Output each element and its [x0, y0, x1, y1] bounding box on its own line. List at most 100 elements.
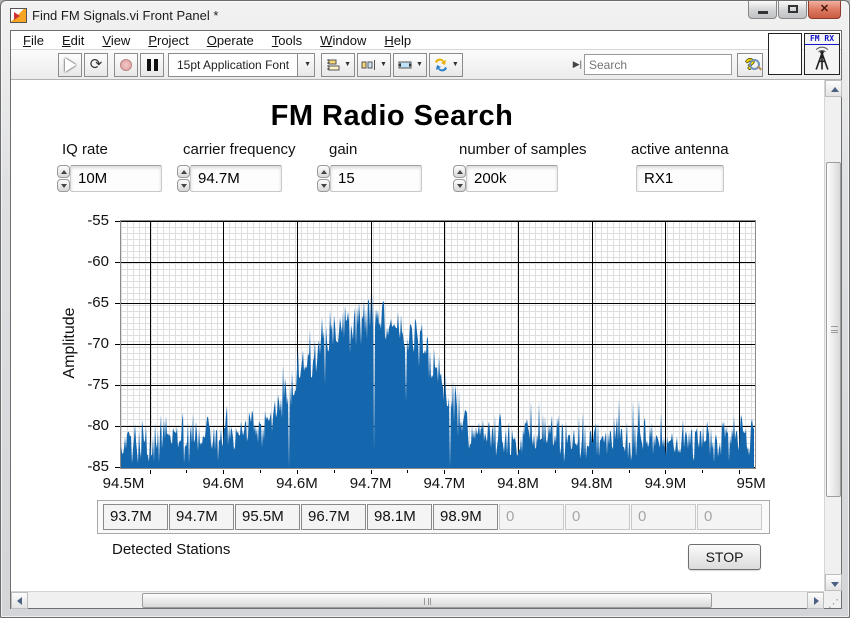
x-tick-mark [739, 470, 740, 474]
x-minor-tick-mark [186, 470, 187, 473]
menu-item-tools[interactable]: Tools [263, 32, 311, 49]
y-tick-mark [115, 303, 120, 304]
labview-window: Find FM Signals.vi Front Panel * ✕ FileE… [0, 0, 850, 618]
abort-button[interactable] [114, 53, 138, 77]
horizontal-scroll-thumb[interactable] [142, 593, 712, 608]
vertical-scroll-thumb[interactable] [826, 162, 841, 497]
IQ-rate-spinner[interactable] [57, 165, 70, 192]
decrement-icon[interactable] [57, 179, 70, 192]
run-icon [65, 58, 76, 72]
resize-objects-button[interactable]: ▼ [393, 53, 427, 77]
front-panel: FM Radio Search IQ rate10Mcarrier freque… [11, 80, 824, 591]
active-antenna-label: active antenna [631, 141, 729, 158]
search-box[interactable] [584, 54, 732, 75]
align-objects-button[interactable]: ▼ [321, 53, 355, 77]
menu-item-operate[interactable]: Operate [198, 32, 263, 49]
arrow-up-icon [831, 87, 839, 92]
resize-grip[interactable] [824, 591, 841, 608]
vi-icon[interactable]: FM RX [804, 33, 840, 75]
front-panel-workarea: FM Radio Search IQ rate10Mcarrier freque… [11, 80, 841, 608]
y-tick-label: -85 [49, 458, 109, 475]
x-tick-label: 94.8M [486, 475, 550, 492]
decrement-icon[interactable] [317, 179, 330, 192]
x-tick-label: 95M [719, 475, 783, 492]
pause-button[interactable] [140, 53, 164, 77]
x-tick-mark [297, 470, 298, 474]
antenna-icon [808, 45, 836, 73]
y-tick-mark [115, 344, 120, 345]
x-tick-mark [665, 470, 666, 474]
icon-pane[interactable]: FM RX [768, 33, 840, 75]
carrier-frequency-spinner[interactable] [177, 165, 190, 192]
IQ-rate-field[interactable]: 10M [70, 165, 162, 192]
distribute-objects-icon [361, 58, 377, 72]
minimize-icon [758, 11, 768, 14]
distribute-objects-button[interactable]: ▼ [357, 53, 391, 77]
menu-item-edit[interactable]: Edit [53, 32, 93, 49]
horizontal-scrollbar[interactable] [11, 591, 824, 608]
x-minor-tick-mark [407, 470, 408, 473]
x-minor-tick-mark [629, 470, 630, 473]
page-title: FM Radio Search [11, 100, 773, 133]
station-cell-0: 93.7M [103, 504, 168, 530]
gain-field[interactable]: 15 [330, 165, 422, 192]
y-tick-mark [115, 221, 120, 222]
toolbar: ⟳ 15pt Application Font ▼ ▼ ▼ [11, 50, 841, 80]
gain-spinner[interactable] [317, 165, 330, 192]
decrement-icon[interactable] [177, 179, 190, 192]
close-icon: ✕ [809, 2, 840, 15]
scroll-up-button[interactable] [825, 80, 842, 97]
increment-icon[interactable] [177, 165, 190, 178]
arrow-right-icon [814, 597, 819, 605]
carrier-frequency-field[interactable]: 94.7M [190, 165, 282, 192]
station-cell-1: 94.7M [169, 504, 234, 530]
station-cell-3: 96.7M [301, 504, 366, 530]
scroll-grip-icon [424, 598, 431, 605]
toolbar-expander-icon[interactable]: ▶| [573, 59, 582, 70]
font-selector[interactable]: 15pt Application Font ▼ [168, 53, 315, 77]
station-cell-2: 95.5M [235, 504, 300, 530]
maximize-button[interactable] [778, 1, 807, 19]
menu-item-help[interactable]: Help [375, 32, 420, 49]
search-input[interactable] [585, 58, 748, 72]
detected-stations-label: Detected Stations [112, 541, 230, 558]
station-cell-8: 0 [631, 504, 696, 530]
connector-pane[interactable] [768, 33, 802, 75]
station-cell-6: 0 [499, 504, 564, 530]
x-minor-tick-mark [555, 470, 556, 473]
x-minor-tick-mark [481, 470, 482, 473]
close-button[interactable]: ✕ [808, 1, 841, 19]
stop-button[interactable]: STOP [688, 544, 761, 570]
menu-item-project[interactable]: Project [139, 32, 197, 49]
x-tick-label: 94.9M [633, 475, 697, 492]
active-antenna-field[interactable]: RX1 [636, 165, 724, 192]
reorder-objects-icon [433, 58, 449, 72]
menu-item-file[interactable]: File [14, 32, 53, 49]
decrement-icon[interactable] [453, 179, 466, 192]
chevron-down-icon[interactable]: ▼ [298, 53, 315, 77]
menu-item-window[interactable]: Window [311, 32, 375, 49]
increment-icon[interactable] [453, 165, 466, 178]
spectrum-trace [121, 293, 754, 468]
run-button[interactable] [58, 53, 82, 77]
scroll-left-button[interactable] [11, 592, 28, 609]
maximize-icon [788, 5, 798, 13]
scroll-down-button[interactable] [825, 574, 842, 591]
y-tick-label: -80 [49, 417, 109, 434]
font-selector-value[interactable]: 15pt Application Font [168, 53, 298, 77]
minimize-button[interactable] [748, 1, 777, 19]
increment-icon[interactable] [317, 165, 330, 178]
carrier-frequency-label: carrier frequency [183, 141, 296, 158]
title-bar[interactable]: Find FM Signals.vi Front Panel * ✕ [1, 1, 849, 30]
client-area: FileEditViewProjectOperateToolsWindowHel… [10, 30, 842, 609]
increment-icon[interactable] [57, 165, 70, 178]
vertical-scrollbar[interactable] [824, 80, 841, 591]
reorder-objects-button[interactable]: ▼ [429, 53, 463, 77]
menu-item-view[interactable]: View [93, 32, 139, 49]
scroll-right-button[interactable] [807, 592, 824, 609]
x-tick-label: 94.7M [339, 475, 403, 492]
x-tick-label: 94.5M [92, 475, 156, 492]
number-of-samples-spinner[interactable] [453, 165, 466, 192]
number-of-samples-field[interactable]: 200k [466, 165, 558, 192]
run-continuously-button[interactable]: ⟳ [84, 53, 108, 77]
